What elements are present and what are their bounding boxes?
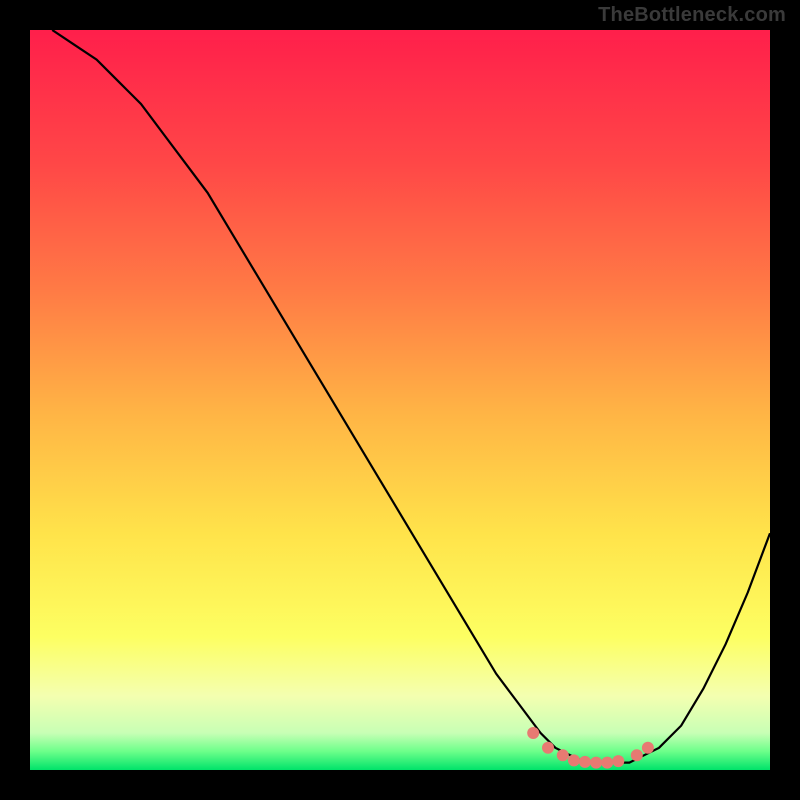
marker-dot bbox=[601, 757, 613, 769]
marker-dot bbox=[590, 757, 602, 769]
marker-dot bbox=[568, 754, 580, 766]
marker-dot bbox=[542, 742, 554, 754]
watermark-text: TheBottleneck.com bbox=[598, 4, 786, 27]
marker-dot bbox=[631, 749, 643, 761]
marker-dot bbox=[557, 749, 569, 761]
marker-dot bbox=[612, 755, 624, 767]
marker-dot bbox=[642, 742, 654, 754]
gradient-background bbox=[30, 30, 770, 770]
marker-dot bbox=[579, 756, 591, 768]
chart-frame: TheBottleneck.com bbox=[0, 0, 800, 800]
marker-dot bbox=[527, 727, 539, 739]
plot-area bbox=[30, 30, 770, 770]
plot-svg bbox=[30, 30, 770, 770]
